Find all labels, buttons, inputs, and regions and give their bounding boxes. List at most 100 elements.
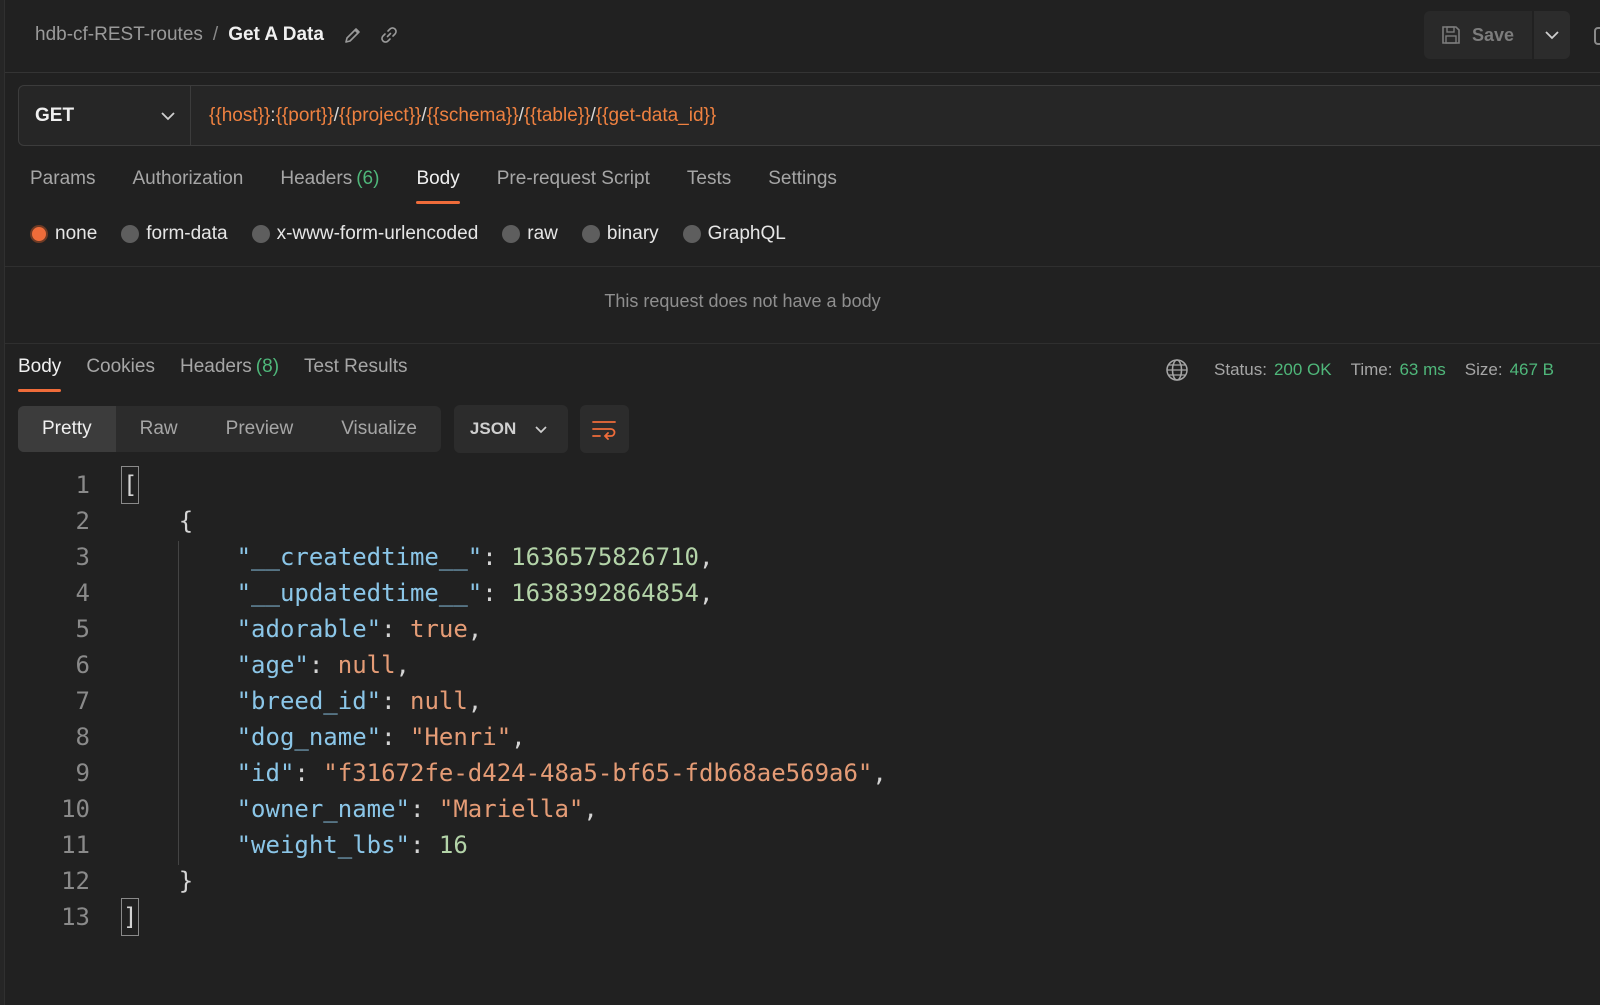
code-content: { bbox=[121, 507, 194, 535]
body-type-options: none form-data x-www-form-urlencoded raw… bbox=[30, 223, 810, 245]
url-input[interactable]: {{host}}: {{port}} / {{project}} / {{schema}}… bbox=[191, 86, 716, 145]
response-tab-headers[interactable]: Headers (8) bbox=[180, 356, 279, 392]
line-number: 3 bbox=[75, 543, 90, 571]
view-raw[interactable]: Raw bbox=[116, 406, 202, 452]
chevron-down-icon bbox=[535, 425, 547, 433]
request-header: hdb-cf-REST-routes / Get A Data Save bbox=[5, 0, 1600, 73]
time-label: Time: bbox=[1350, 360, 1393, 379]
bracket: ] bbox=[121, 898, 140, 936]
wrap-lines-button[interactable] bbox=[579, 405, 629, 453]
json-key: "adorable" bbox=[236, 615, 382, 643]
code-line: 13] bbox=[0, 898, 140, 936]
status[interactable]: Status: 200 OK bbox=[1214, 360, 1332, 380]
size[interactable]: Size: 467 B bbox=[1465, 360, 1554, 380]
tab-headers[interactable]: Headers (6) bbox=[280, 168, 379, 204]
body-option-graphql[interactable]: GraphQL bbox=[682, 223, 786, 245]
response-tab-cookies[interactable]: Cookies bbox=[86, 356, 155, 392]
save-disk-icon bbox=[1442, 26, 1460, 44]
json-value: "Henri" bbox=[410, 723, 512, 751]
body-option-binary[interactable]: binary bbox=[581, 223, 659, 245]
line-number: 2 bbox=[75, 507, 90, 535]
method-select[interactable]: GET bbox=[19, 86, 191, 145]
code-content: } bbox=[121, 867, 194, 895]
radio[interactable] bbox=[581, 225, 600, 243]
json-value: null bbox=[410, 687, 468, 715]
json-value: "f31672fe-d424-48a5-bf65-fdb68ae569a6" bbox=[323, 759, 873, 787]
body-option-binary-label: binary bbox=[606, 223, 659, 244]
response-headers-count: (8) bbox=[255, 356, 280, 377]
line-number: 9 bbox=[75, 759, 90, 787]
response-meta: Status: 200 OK Time: 63 ms Size: 467 B bbox=[1165, 358, 1554, 382]
body-option-urlencoded[interactable]: x-www-form-urlencoded bbox=[251, 223, 478, 245]
size-value: 467 B bbox=[1509, 360, 1554, 379]
side-panel-toggle-icon[interactable] bbox=[1594, 27, 1600, 45]
line-number: 12 bbox=[61, 867, 90, 895]
code-line: 6 "age": null, bbox=[0, 647, 410, 683]
code-content: "__createdtime__": 1636575826710, bbox=[236, 543, 714, 571]
code-line: 2 { bbox=[0, 503, 194, 539]
radio[interactable] bbox=[682, 225, 701, 243]
response-tab-test-results[interactable]: Test Results bbox=[304, 356, 407, 392]
time-value: 63 ms bbox=[1399, 360, 1446, 379]
view-preview[interactable]: Preview bbox=[202, 406, 318, 452]
json-key: "breed_id" bbox=[236, 687, 382, 715]
bracket: [ bbox=[121, 466, 140, 504]
tab-params[interactable]: Params bbox=[30, 168, 95, 204]
breadcrumb-collection[interactable]: hdb-cf-REST-routes bbox=[35, 24, 203, 46]
save-label: Save bbox=[1471, 24, 1514, 45]
tab-tests[interactable]: Tests bbox=[687, 168, 731, 204]
status-label: Status: bbox=[1214, 360, 1267, 379]
view-visualize[interactable]: Visualize bbox=[317, 406, 441, 452]
time[interactable]: Time: 63 ms bbox=[1351, 360, 1446, 380]
request-name[interactable]: Get A Data bbox=[228, 24, 324, 46]
body-option-raw-label: raw bbox=[527, 223, 558, 244]
no-body-message: This request does not have a body bbox=[604, 291, 881, 311]
body-option-graphql-label: GraphQL bbox=[707, 223, 786, 244]
response-tabs: Body Cookies Headers (8) Test Results bbox=[18, 356, 433, 392]
json-value: 16 bbox=[438, 831, 468, 859]
line-number: 1 bbox=[75, 471, 90, 499]
radio[interactable] bbox=[121, 225, 140, 243]
line-number: 8 bbox=[75, 723, 90, 751]
url-variable: {{host}} bbox=[209, 104, 271, 126]
status-value: 200 OK bbox=[1273, 360, 1332, 379]
body-option-raw[interactable]: raw bbox=[502, 223, 558, 245]
code-content: "id": "f31672fe-d424-48a5-bf65-fdb68ae56… bbox=[236, 759, 887, 787]
tab-body[interactable]: Body bbox=[416, 168, 461, 204]
radio[interactable] bbox=[251, 225, 270, 243]
breadcrumb-separator: / bbox=[212, 24, 219, 45]
globe-icon[interactable] bbox=[1165, 358, 1189, 382]
response-tab-body[interactable]: Body bbox=[18, 356, 62, 392]
code-line: 10 "owner_name": "Mariella", bbox=[0, 791, 598, 827]
save-options-button[interactable] bbox=[1534, 11, 1570, 59]
json-value: null bbox=[337, 651, 396, 679]
code-content: "age": null, bbox=[236, 651, 410, 679]
json-key: "owner_name" bbox=[236, 795, 410, 823]
line-number: 5 bbox=[75, 615, 90, 643]
chevron-down-icon bbox=[1545, 31, 1559, 40]
line-number: 4 bbox=[75, 579, 90, 607]
view-pretty[interactable]: Pretty bbox=[18, 406, 116, 452]
tab-settings[interactable]: Settings bbox=[768, 168, 837, 204]
json-value: "Mariella" bbox=[438, 795, 584, 823]
url-variable: {{table}} bbox=[523, 104, 591, 126]
line-number: 11 bbox=[61, 831, 90, 859]
headers-count: (6) bbox=[356, 168, 380, 189]
link-icon[interactable] bbox=[378, 24, 400, 46]
format-select[interactable]: JSON bbox=[453, 405, 568, 453]
radio[interactable] bbox=[502, 225, 521, 243]
body-option-form-data[interactable]: form-data bbox=[121, 223, 228, 245]
code-content: "owner_name": "Mariella", bbox=[236, 795, 598, 823]
tab-prerequest-script[interactable]: Pre-request Script bbox=[497, 168, 650, 204]
json-value: 1638392864854 bbox=[511, 579, 699, 607]
save-button[interactable]: Save bbox=[1423, 11, 1532, 59]
body-option-none[interactable]: none bbox=[30, 223, 97, 245]
code-line: 5 "adorable": true, bbox=[0, 611, 483, 647]
response-format-toolbar: Pretty Raw Preview Visualize JSON bbox=[18, 405, 629, 453]
body-option-form-data-label: form-data bbox=[146, 223, 228, 244]
tab-authorization[interactable]: Authorization bbox=[132, 168, 243, 204]
url-bar: GET {{host}}: {{port}} / {{project}} / {{sche… bbox=[18, 85, 1600, 146]
code-content: "weight_lbs": 16 bbox=[236, 831, 468, 859]
edit-pencil-icon[interactable] bbox=[342, 24, 364, 46]
radio-checked[interactable] bbox=[30, 225, 48, 243]
